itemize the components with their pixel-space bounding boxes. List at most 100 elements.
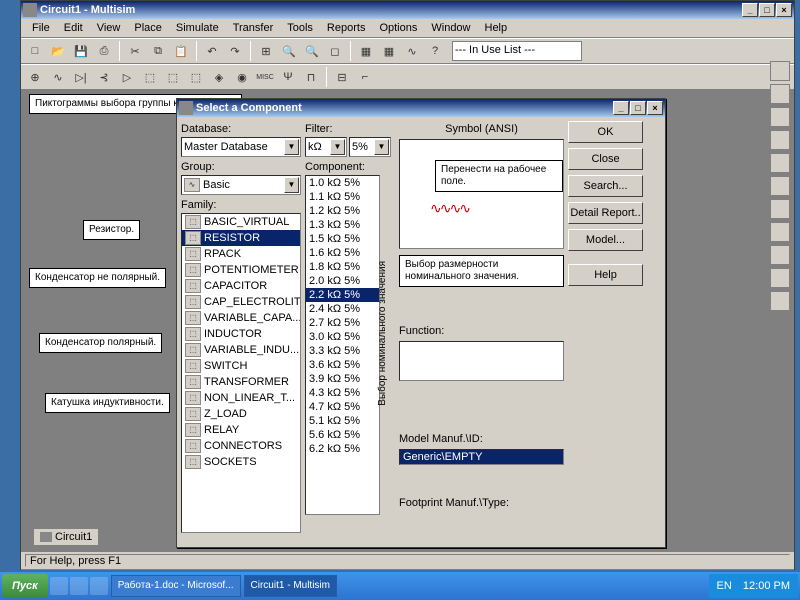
dialog-minimize-button[interactable]: _ xyxy=(613,101,629,115)
source-icon[interactable]: ⊕ xyxy=(25,67,45,87)
family-item[interactable]: ⬚VARIABLE_CAPA... xyxy=(182,310,300,326)
chevron-down-icon[interactable]: ▼ xyxy=(284,139,299,155)
ttl-icon[interactable]: ⬚ xyxy=(140,67,160,87)
chevron-down-icon[interactable]: ▼ xyxy=(374,139,389,155)
menu-view[interactable]: View xyxy=(90,20,128,36)
component-item[interactable]: 5.1 kΩ 5% xyxy=(306,414,379,428)
component-item[interactable]: 4.7 kΩ 5% xyxy=(306,400,379,414)
component-item[interactable]: 1.2 kΩ 5% xyxy=(306,204,379,218)
group-combo[interactable]: ∿Basic▼ xyxy=(181,175,301,195)
new-icon[interactable]: □ xyxy=(25,41,45,61)
zoom-area-icon[interactable]: ◻ xyxy=(325,41,345,61)
component-item[interactable]: 1.3 kΩ 5% xyxy=(306,218,379,232)
family-item[interactable]: ⬚RPACK xyxy=(182,246,300,262)
bus-icon[interactable]: ⌐ xyxy=(355,67,375,87)
chevron-down-icon[interactable]: ▼ xyxy=(284,177,299,193)
save-icon[interactable]: 💾 xyxy=(71,41,91,61)
family-item[interactable]: ⬚SWITCH xyxy=(182,358,300,374)
logic-analyzer-icon[interactable] xyxy=(770,199,790,219)
component-item[interactable]: 2.0 kΩ 5% xyxy=(306,274,379,288)
menu-help[interactable]: Help xyxy=(478,20,515,36)
wordgen-icon[interactable] xyxy=(770,176,790,196)
menu-window[interactable]: Window xyxy=(424,20,477,36)
system-tray[interactable]: EN 12:00 PM xyxy=(709,574,799,598)
menu-tools[interactable]: Tools xyxy=(280,20,320,36)
menu-transfer[interactable]: Transfer xyxy=(226,20,281,36)
cmos-icon[interactable]: ⬚ xyxy=(163,67,183,87)
component-item[interactable]: 1.8 kΩ 5% xyxy=(306,260,379,274)
indicator-icon[interactable]: ◉ xyxy=(232,67,252,87)
dialog-close-button[interactable]: × xyxy=(647,101,663,115)
component-item[interactable]: 3.0 kΩ 5% xyxy=(306,330,379,344)
component-item[interactable]: 1.0 kΩ 5% xyxy=(306,176,379,190)
menu-file[interactable]: File xyxy=(25,20,57,36)
help-icon[interactable]: ? xyxy=(425,41,445,61)
close-button[interactable]: Close xyxy=(568,148,643,170)
inuse-list-combo[interactable]: --- In Use List --- xyxy=(452,41,582,61)
wattmeter-icon[interactable] xyxy=(770,107,790,127)
family-item[interactable]: ⬚TRANSFORMER xyxy=(182,374,300,390)
spectrum-icon[interactable] xyxy=(770,268,790,288)
component-listbox[interactable]: 1.0 kΩ 5%1.1 kΩ 5%1.2 kΩ 5%1.3 kΩ 5%1.5 … xyxy=(305,175,380,515)
component-item[interactable]: 5.6 kΩ 5% xyxy=(306,428,379,442)
family-item[interactable]: ⬚CAPACITOR xyxy=(182,278,300,294)
paste-icon[interactable]: 📋 xyxy=(171,41,191,61)
cut-icon[interactable]: ✂ xyxy=(125,41,145,61)
clock[interactable]: 12:00 PM xyxy=(743,580,790,592)
chevron-down-icon[interactable]: ▼ xyxy=(330,139,345,155)
component-item[interactable]: 1.1 kΩ 5% xyxy=(306,190,379,204)
database-combo[interactable]: Master Database▼ xyxy=(181,137,301,157)
family-item[interactable]: ⬚Z_LOAD xyxy=(182,406,300,422)
multimeter-icon[interactable] xyxy=(770,61,790,81)
network-icon[interactable] xyxy=(770,291,790,311)
menu-options[interactable]: Options xyxy=(372,20,424,36)
component-item[interactable]: 6.2 kΩ 5% xyxy=(306,442,379,456)
hierarchy-icon[interactable]: ⊟ xyxy=(332,67,352,87)
family-item[interactable]: ⬚BASIC_VIRTUAL xyxy=(182,214,300,230)
zoom-in-icon[interactable]: 🔍 xyxy=(279,41,299,61)
maximize-button[interactable]: □ xyxy=(759,3,775,17)
start-button[interactable]: Пуск xyxy=(2,574,48,598)
component-item[interactable]: 3.3 kΩ 5% xyxy=(306,344,379,358)
bode-icon[interactable] xyxy=(770,153,790,173)
ok-button[interactable]: OK xyxy=(568,121,643,143)
logic-conv-icon[interactable] xyxy=(770,222,790,242)
filter-tol-combo[interactable]: 5%▼ xyxy=(349,137,391,157)
redo-icon[interactable]: ↷ xyxy=(225,41,245,61)
minimize-button[interactable]: _ xyxy=(742,3,758,17)
menu-edit[interactable]: Edit xyxy=(57,20,90,36)
analysis-icon[interactable]: ∿ xyxy=(402,41,422,61)
zoom-out-icon[interactable]: 🔍 xyxy=(302,41,322,61)
family-item[interactable]: ⬚RESISTOR xyxy=(182,230,300,246)
family-listbox[interactable]: ⬚BASIC_VIRTUAL⬚RESISTOR⬚RPACK⬚POTENTIOME… xyxy=(181,213,301,533)
grid-icon[interactable]: ▦ xyxy=(379,41,399,61)
oscilloscope-icon[interactable] xyxy=(770,130,790,150)
circuit-tab[interactable]: Circuit1 xyxy=(33,528,99,546)
zoom-fit-icon[interactable]: ⊞ xyxy=(256,41,276,61)
component-item[interactable]: 3.9 kΩ 5% xyxy=(306,372,379,386)
quicklaunch-ie-icon[interactable] xyxy=(50,577,68,595)
print-icon[interactable]: ⎙ xyxy=(94,41,114,61)
mixed-icon[interactable]: ◈ xyxy=(209,67,229,87)
misc-icon[interactable]: MISC xyxy=(255,67,275,87)
quicklaunch-explorer-icon[interactable] xyxy=(90,577,108,595)
component-item[interactable]: 3.6 kΩ 5% xyxy=(306,358,379,372)
basic-icon[interactable]: ∿ xyxy=(48,67,68,87)
copy-icon[interactable]: ⧉ xyxy=(148,41,168,61)
taskbar-task-word[interactable]: Работа-1.doc - Microsof... xyxy=(111,575,241,597)
family-item[interactable]: ⬚CAP_ELECTROLIT xyxy=(182,294,300,310)
help-button[interactable]: Help xyxy=(568,264,643,286)
dialog-titlebar[interactable]: Select a Component _ □ × xyxy=(177,99,665,117)
family-item[interactable]: ⬚VARIABLE_INDU... xyxy=(182,342,300,358)
family-item[interactable]: ⬚SOCKETS xyxy=(182,454,300,470)
misc-digital-icon[interactable]: ⬚ xyxy=(186,67,206,87)
undo-icon[interactable]: ↶ xyxy=(202,41,222,61)
component-item[interactable]: 1.5 kΩ 5% xyxy=(306,232,379,246)
detail-report-button[interactable]: Detail Report.. xyxy=(568,202,643,224)
dist-analyzer-icon[interactable] xyxy=(770,245,790,265)
diode-icon[interactable]: ▷| xyxy=(71,67,91,87)
filter-unit-combo[interactable]: kΩ▼ xyxy=(305,137,347,157)
quicklaunch-desktop-icon[interactable] xyxy=(70,577,88,595)
transistor-icon[interactable]: ⊰ xyxy=(94,67,114,87)
family-item[interactable]: ⬚CONNECTORS xyxy=(182,438,300,454)
